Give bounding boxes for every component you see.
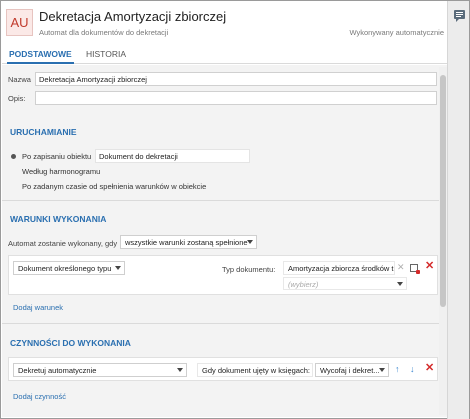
actions-section-title: CZYNNOŚCI DO WYKONANIA: [10, 338, 131, 348]
chevron-down-icon: [379, 368, 385, 372]
run-section-title: URUCHAMIANIE: [10, 127, 77, 137]
delete-action-icon[interactable]: ✕: [425, 363, 434, 374]
section-divider: [2, 323, 439, 324]
document-type-value-text: Amortyzacja zbiorcza środków tr: [288, 264, 395, 273]
description-field[interactable]: [35, 91, 437, 105]
when-booked-label-box: Gdy dokument ujęty w księgach:: [197, 363, 313, 377]
condition-type-select[interactable]: Dokument określonego typu: [13, 261, 125, 275]
page-subtitle: Automat dla dokumentów do dekretacji: [39, 28, 169, 37]
name-field[interactable]: Dekretacja Amortyzacji zbiorczej: [35, 72, 437, 86]
condition-rule-label: Automat zostanie wykonany, gdy: [8, 239, 118, 248]
chevron-down-icon: [177, 368, 183, 372]
radio-after-save-label: Po zapisaniu obiektu: [22, 152, 92, 161]
comment-icon[interactable]: [454, 10, 465, 22]
chevron-down-icon: [397, 282, 403, 286]
clear-icon[interactable]: ✕: [397, 263, 405, 272]
document-picker-icon[interactable]: [410, 264, 420, 274]
header: AU Dekretacja Amortyzacji zbiorczej Auto…: [2, 2, 448, 44]
when-booked-select[interactable]: Wycofaj i dekret...: [315, 363, 389, 377]
delete-condition-icon[interactable]: ✕: [425, 261, 434, 272]
object-type-badge: AU: [6, 9, 33, 36]
add-condition-link[interactable]: Dodaj warunek: [13, 303, 63, 312]
tab-podstawowe[interactable]: PODSTAWOWE: [7, 49, 74, 64]
when-booked-label: Gdy dokument ujęty w księgach:: [202, 366, 310, 375]
tab-bar: PODSTAWOWE HISTORIA: [2, 45, 448, 64]
radio-schedule-label[interactable]: Według harmonogramu: [22, 167, 100, 176]
tab-historia[interactable]: HISTORIA: [86, 49, 126, 59]
move-up-icon[interactable]: ↑: [395, 365, 400, 374]
action-type-select-value: Dekretuj automatycznie: [18, 366, 97, 375]
chevron-down-icon: [115, 266, 121, 270]
trigger-object-field[interactable]: Dokument do dekretacji: [95, 149, 250, 163]
action-type-select[interactable]: Dekretuj automatycznie: [13, 363, 187, 377]
move-down-icon[interactable]: ↓: [410, 365, 415, 374]
main-content: Nazwa Dekretacja Amortyzacji zbiorczej O…: [2, 65, 448, 417]
description-label: Opis:: [8, 94, 26, 103]
document-type-value[interactable]: Amortyzacja zbiorcza środków tr: [283, 261, 395, 275]
condition-rule-select[interactable]: wszystkie warunki zostaną spełnione: [120, 235, 257, 249]
condition-row: Dokument określonego typu Typ dokumentu:…: [8, 255, 438, 295]
app-window: AU Dekretacja Amortyzacji zbiorczej Auto…: [0, 0, 470, 419]
chevron-down-icon: [247, 240, 253, 244]
document-type-label: Typ dokumentu:: [222, 265, 276, 274]
radio-after-time-label[interactable]: Po zadanym czasie od spełnienia warunków…: [22, 182, 206, 191]
execution-mode-note: Wykonywany automatycznie: [349, 28, 444, 37]
vertical-scrollbar[interactable]: [439, 67, 447, 415]
document-type-placeholder: (wybierz): [288, 280, 319, 289]
scrollbar-thumb[interactable]: [440, 75, 446, 307]
radio-after-time[interactable]: [11, 184, 16, 189]
side-toolbar: [447, 1, 469, 419]
conditions-section-title: WARUNKI WYKONANIA: [10, 214, 107, 224]
condition-type-select-value: Dokument określonego typu: [18, 264, 112, 273]
action-row: Dekretuj automatycznie Gdy dokument ujęt…: [8, 357, 438, 381]
document-type-picker[interactable]: (wybierz): [283, 277, 407, 290]
condition-rule-select-value: wszystkie warunki zostaną spełnione: [125, 238, 248, 247]
section-divider: [2, 200, 439, 201]
radio-schedule[interactable]: [11, 169, 16, 174]
name-label: Nazwa: [8, 75, 31, 84]
add-action-link[interactable]: Dodaj czynność: [13, 392, 66, 401]
when-booked-select-value: Wycofaj i dekret...: [320, 366, 380, 375]
page-title: Dekretacja Amortyzacji zbiorczej: [39, 9, 227, 24]
radio-after-save[interactable]: [11, 154, 16, 159]
